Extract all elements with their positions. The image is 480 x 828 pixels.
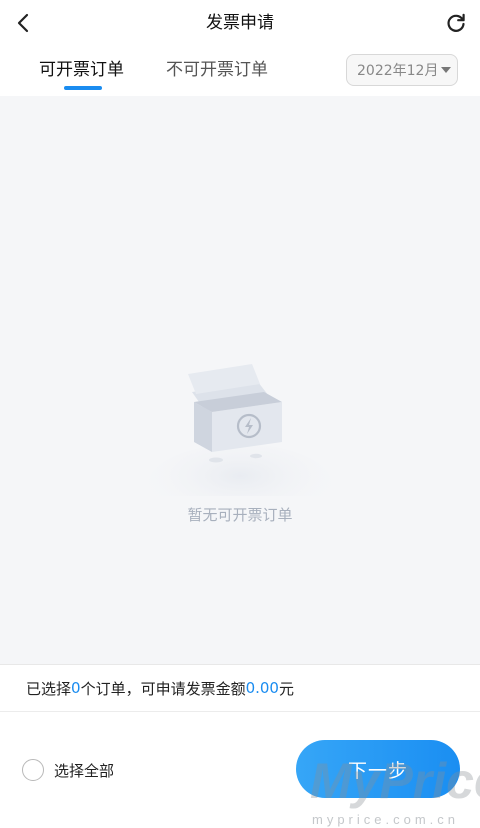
caret-down-icon bbox=[441, 67, 451, 73]
back-button[interactable] bbox=[10, 9, 38, 37]
summary-middle: 个订单，可申请发票金额 bbox=[80, 679, 246, 698]
invoice-amount: 0.00 bbox=[245, 679, 279, 697]
tab-non-invoiceable-orders[interactable]: 不可开票订单 bbox=[166, 46, 268, 96]
next-step-button[interactable]: 下一步 bbox=[296, 740, 460, 798]
refresh-icon bbox=[447, 13, 465, 32]
active-tab-indicator bbox=[64, 86, 102, 90]
order-list-area[interactable]: 暂无可开票订单 bbox=[0, 96, 480, 664]
empty-box-icon bbox=[148, 364, 332, 496]
selected-count: 0 bbox=[71, 679, 81, 697]
month-select[interactable]: 2022年12月 bbox=[346, 54, 458, 86]
month-select-value: 2022年12月 bbox=[357, 63, 439, 79]
empty-state-text: 暂无可开票订单 bbox=[187, 506, 293, 524]
refresh-button[interactable] bbox=[442, 9, 470, 37]
select-all-toggle[interactable]: 选择全部 bbox=[22, 758, 114, 782]
summary-prefix: 已选择 bbox=[26, 679, 72, 698]
radio-unchecked-icon[interactable] bbox=[22, 759, 44, 781]
select-all-label: 选择全部 bbox=[54, 761, 115, 780]
page-title: 发票申请 bbox=[206, 13, 274, 33]
chevron-left-icon bbox=[17, 13, 29, 33]
selection-summary: 已选择 0 个订单，可申请发票金额 0.00 元 bbox=[0, 664, 480, 712]
header-bar: 发票申请 bbox=[0, 0, 480, 46]
summary-suffix: 元 bbox=[278, 679, 294, 698]
footer-bar: 选择全部 下一步 bbox=[0, 712, 480, 828]
